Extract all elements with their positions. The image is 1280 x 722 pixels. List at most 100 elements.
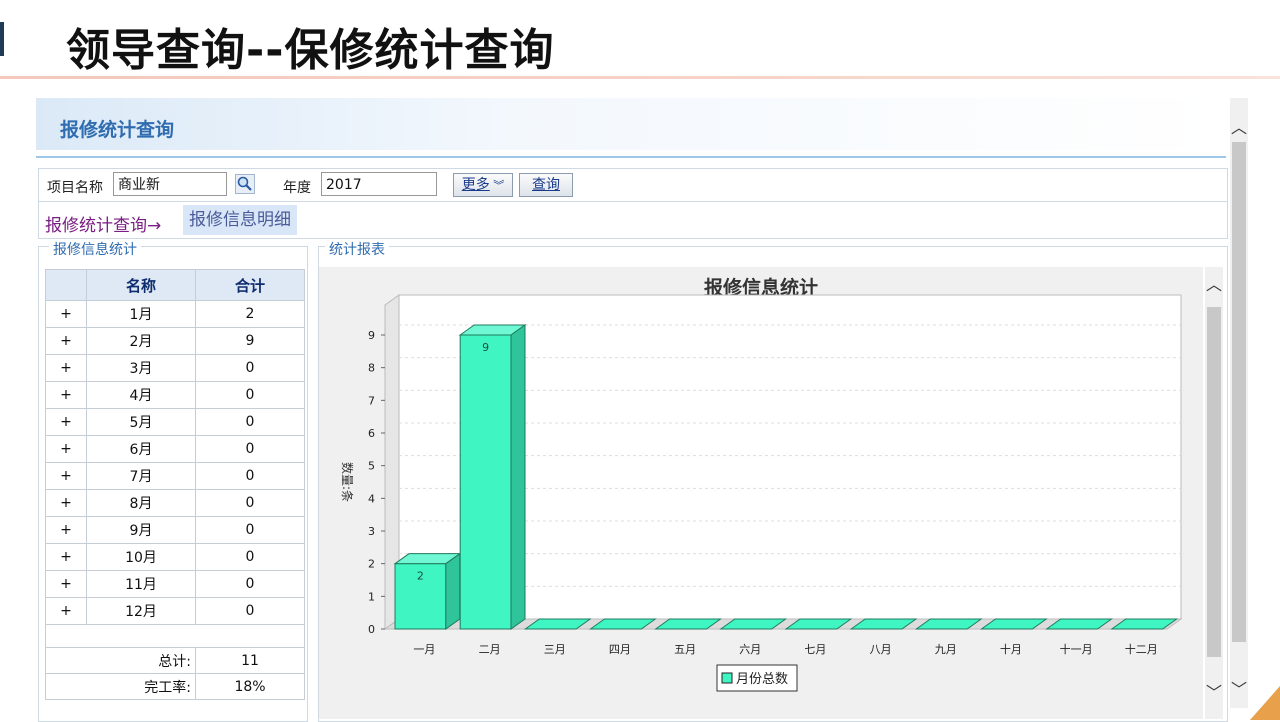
total-cell: 9: [195, 327, 305, 355]
chevron-down-icon[interactable]: ﹀: [1230, 676, 1248, 700]
y-tick-label: 3: [368, 525, 375, 538]
expand-toggle[interactable]: +: [45, 462, 87, 490]
expand-toggle[interactable]: +: [45, 516, 87, 544]
more-button-label: 更多: [461, 177, 490, 193]
table-row[interactable]: +9月 0: [45, 516, 305, 544]
month-cell: 12月: [86, 597, 196, 625]
repair-stats-table: 名称 合计 +1月 2 +2月 9 +3月 0 +4月 0 +5月 0 +6月 0 +7月 0 +8月 0 +9…: [45, 269, 305, 700]
table-summary: 总计: 11 完工率: 18%: [45, 624, 305, 700]
x-tick-label: 十二月: [1125, 642, 1158, 656]
x-tick-label: 九月: [935, 643, 957, 656]
completion-rate-label: 完工率:: [45, 673, 196, 700]
chart-scrollbar-thumb[interactable]: [1207, 307, 1221, 657]
month-cell: 6月: [86, 435, 196, 463]
expand-toggle[interactable]: +: [45, 381, 87, 409]
app-header: 报修统计查询: [36, 98, 1226, 150]
total-value: 11: [195, 647, 305, 674]
legend-label: 月份总数: [736, 672, 788, 687]
bar-side: [445, 552, 461, 630]
report-panel: 统计报表 报修信息统计 0 1 2 3 4 5 6 7 8 9 数量:条 2 一月 9 二月 三月 四月 五月 六月…: [318, 239, 1228, 722]
slide-title: 领导查询--保修统计查询: [66, 25, 555, 76]
expand-toggle[interactable]: +: [45, 408, 87, 436]
total-cell: 0: [195, 354, 305, 382]
repair-stats-legend: 报修信息统计: [49, 239, 141, 259]
y-tick-label: 5: [368, 460, 375, 473]
table-row[interactable]: +12月 0: [45, 597, 305, 625]
total-cell: 0: [195, 381, 305, 409]
month-cell: 1月: [86, 300, 196, 328]
total-label: 总计:: [45, 647, 196, 674]
bar-chart: 0 1 2 3 4 5 6 7 8 9 数量:条 2 一月 9 二月 三月 四月 五月 六月 七月 八月 九月 十月 十一月 十…: [340, 294, 1183, 692]
filter-bar: 项目名称 商业新 年度 2017 更多 ︾ 查询: [38, 168, 1228, 202]
table-row[interactable]: +8月 0: [45, 489, 305, 517]
expand-toggle[interactable]: +: [45, 300, 87, 328]
query-button[interactable]: 查询: [519, 173, 573, 197]
x-tick-label: 十一月: [1060, 642, 1093, 656]
month-cell: 2月: [86, 327, 196, 355]
slide-accent-bar: [0, 22, 4, 56]
completion-rate-value: 18%: [195, 673, 305, 700]
x-tick-label: 二月: [479, 643, 501, 656]
table-row[interactable]: +5月 0: [45, 408, 305, 436]
y-tick-label: 0: [368, 623, 375, 636]
y-tick-label: 2: [368, 558, 375, 571]
x-tick-label: 三月: [544, 643, 566, 656]
breadcrumb-item-repair-stats[interactable]: 报修统计查询→: [45, 211, 161, 236]
year-input[interactable]: 2017: [321, 172, 437, 196]
expand-toggle[interactable]: +: [45, 435, 87, 463]
table-row[interactable]: +2月 9: [45, 327, 305, 355]
more-button[interactable]: 更多 ︾: [453, 173, 513, 197]
expand-toggle[interactable]: +: [45, 354, 87, 382]
chevron-down-icon[interactable]: ﹀: [1205, 679, 1223, 703]
table-row[interactable]: +7月 0: [45, 462, 305, 490]
page-scrollbar-thumb[interactable]: [1232, 142, 1246, 642]
table-row[interactable]: +3月 0: [45, 354, 305, 382]
table-body: +1月 2 +2月 9 +3月 0 +4月 0 +5月 0 +6月 0 +7月 0 +8月 0 +9月 0 +10月…: [45, 300, 305, 625]
total-cell: 0: [195, 570, 305, 598]
search-icon[interactable]: [235, 174, 255, 194]
table-row[interactable]: +4月 0: [45, 381, 305, 409]
month-cell: 7月: [86, 462, 196, 490]
table-row[interactable]: +11月 0: [45, 570, 305, 598]
table-row[interactable]: +10月 0: [45, 543, 305, 571]
expand-toggle[interactable]: +: [45, 489, 87, 517]
slide-divider: [0, 76, 1280, 79]
year-label: 年度: [283, 180, 311, 196]
expand-toggle[interactable]: +: [45, 570, 87, 598]
page-scrollbar[interactable]: ︿ ﹀: [1230, 98, 1248, 708]
x-tick-label: 四月: [609, 643, 631, 656]
total-cell: 0: [195, 597, 305, 625]
chevron-up-icon[interactable]: ︿: [1230, 114, 1248, 138]
project-name-input[interactable]: 商业新: [113, 172, 227, 196]
y-tick-label: 8: [368, 362, 375, 375]
chart-scrollbar[interactable]: ︿ ﹀: [1205, 267, 1223, 719]
chart-area: 报修信息统计 0 1 2 3 4 5 6 7 8 9 数量:条 2 一月 9 二月 三月 四月 五月 六月 七月 八月九…: [319, 267, 1203, 719]
y-tick-label: 1: [368, 590, 375, 603]
bar-value-label: 9: [482, 341, 489, 354]
y-tick-label: 9: [368, 329, 375, 342]
table-header-row: 名称 合计: [45, 269, 305, 301]
legend-swatch: [721, 672, 733, 684]
x-tick-label: 五月: [674, 643, 696, 656]
month-cell: 11月: [86, 570, 196, 598]
app-header-title: 报修统计查询: [60, 119, 175, 141]
expand-toggle[interactable]: +: [45, 543, 87, 571]
query-button-label: 查询: [532, 177, 560, 193]
completion-rate-row: 完工率: 18%: [45, 673, 305, 700]
total-column-header[interactable]: 合计: [195, 269, 305, 301]
total-cell: 0: [195, 435, 305, 463]
total-row: 总计: 11: [45, 647, 305, 674]
spacer-cell: [45, 624, 305, 648]
chevron-up-icon[interactable]: ︿: [1205, 271, 1223, 295]
y-tick-label: 6: [368, 427, 375, 440]
header-divider: [36, 156, 1226, 158]
table-row[interactable]: +1月 2: [45, 300, 305, 328]
table-row[interactable]: +6月 0: [45, 435, 305, 463]
expand-toggle[interactable]: +: [45, 327, 87, 355]
breadcrumb-item-repair-detail[interactable]: 报修信息明细: [183, 205, 297, 235]
total-cell: 0: [195, 408, 305, 436]
name-column-header[interactable]: 名称: [86, 269, 196, 301]
total-cell: 0: [195, 489, 305, 517]
expand-toggle[interactable]: +: [45, 597, 87, 625]
app-window: 报修统计查询 项目名称 商业新 年度 2017 更多 ︾ 查询 报修统计查询→ …: [36, 98, 1228, 722]
